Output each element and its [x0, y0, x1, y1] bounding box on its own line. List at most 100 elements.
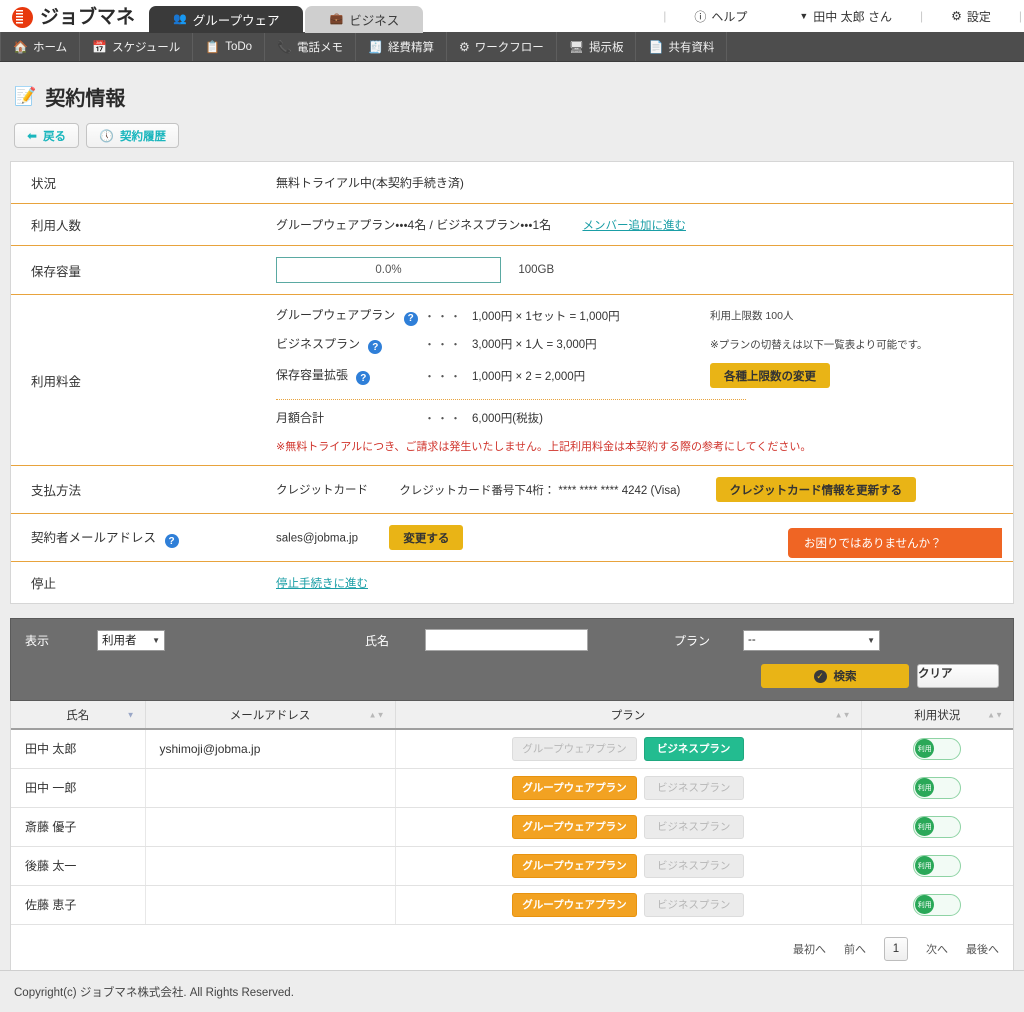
cell-name: 佐藤 恵子 [11, 885, 146, 925]
fee-groupware-value: 1,000円 × 1セット = 1,000円 [472, 310, 620, 323]
nav-item-shared-docs-label: 共有資料 [668, 41, 715, 54]
column-header-email[interactable]: メールアドレス ▲▼ [145, 701, 396, 730]
name-filter-label: 氏名 [365, 633, 390, 648]
pagination-controls: 最初へ 前へ 1 次へ 最後へ [11, 936, 999, 961]
plan-groupware-button[interactable]: グループウェアプラン [512, 814, 637, 839]
nav-item-home[interactable]: 🏠 ホーム [0, 32, 81, 61]
help-question-icon[interactable]: ? [164, 534, 179, 549]
fee-storage-label: 保存容量拡張 [276, 367, 349, 382]
plan-business-button[interactable]: ビジネスプラン [643, 892, 744, 917]
nav-item-workflow-label: ワークフロー [474, 41, 544, 54]
usage-toggle[interactable]: 利用 [913, 776, 962, 799]
plan-toggle-group: グループウェアプラン ビジネスプラン [512, 736, 744, 761]
plan-groupware-button[interactable]: グループウェアプラン [512, 736, 637, 761]
nav-item-shared-docs[interactable]: 📄 共有資料 [636, 32, 728, 61]
pagination-last[interactable]: 最後へ [966, 941, 999, 957]
cell-usage: 利用 [861, 846, 1013, 886]
tab-groupware-label: グループウェア [192, 14, 280, 28]
fee-value-cell: グループウェアプラン ? ・・・ 1,000円 × 1セット = 1,000円 … [276, 295, 1013, 466]
nav-item-schedule[interactable]: 📅 スケジュール [80, 32, 194, 61]
phone-icon: 📞 [277, 39, 293, 54]
storage-label: 保存容量 [31, 264, 82, 279]
search-filter-panel: 表示 利用者 ▼ 氏名 プラン -- ▼ ✓ 検索 クリア [10, 618, 1014, 701]
cell-name: 斎藤 優子 [11, 807, 146, 847]
payment-method-value: クレジットカード [276, 484, 368, 497]
tab-business[interactable]: 💼 ビジネス [305, 6, 424, 33]
row-stop: 停止 停止手続きに進む [11, 562, 1013, 604]
email-value-cell: sales@jobma.jp 変更する お困りではありませんか？ [276, 514, 1013, 562]
usage-toggle[interactable]: 利用 [913, 893, 962, 916]
settings-menu[interactable]: ⚙ 設定 [925, 8, 1017, 25]
help-menu[interactable]: ⓘ ヘルプ [668, 8, 773, 25]
contract-info-table: 状況 無料トライアル中(本契約手続き済) 利用人数 グループウェアプラン・・・4… [11, 162, 1013, 603]
top-bar: ジョブマネ 👥 グループウェア 💼 ビジネス | ⓘ ヘルプ ▼ 田中 太郎 さ… [0, 0, 1024, 33]
status-label: 状況 [31, 177, 57, 191]
back-button[interactable]: ⬅ 戻る [14, 123, 80, 148]
table-row: 田中 太郎 yshimoji@jobma.jp グループウェアプラン ビジネスプ… [11, 729, 1013, 769]
trial-warning-text: ※無料トライアルにつき、ご請求は発生いたしません。上記利用料金は本契約する際の参… [276, 441, 812, 453]
name-search-input[interactable] [425, 629, 589, 651]
brand-logo[interactable]: ジョブマネ [0, 7, 149, 32]
nav-item-expense[interactable]: 🧾 経費精算 [356, 32, 447, 61]
help-question-icon[interactable]: ? [356, 371, 371, 386]
table-row: 後藤 太一 グループウェアプラン ビジネスプラン 利用 [11, 846, 1013, 886]
top-right-menu: | ⓘ ヘルプ ▼ 田中 太郎 さん | ⚙ 設定 | [661, 0, 1024, 32]
help-support-badge[interactable]: お困りではありませんか？ [788, 528, 1002, 558]
stop-value-cell: 停止手続きに進む [276, 562, 1013, 604]
total-dots: ・・・ [424, 412, 463, 425]
sort-none-icon: ▲▼ [834, 710, 851, 719]
board-icon: 🖥 [568, 39, 584, 54]
plan-groupware-button[interactable]: グループウェアプラン [512, 853, 637, 878]
chevron-down-icon: ▼ [152, 635, 160, 645]
usage-toggle[interactable]: 利用 [913, 737, 962, 760]
workflow-icon: ⚙ [458, 39, 470, 54]
pagination-current-page[interactable]: 1 [884, 936, 908, 961]
plan-toggle-group: グループウェアプラン ビジネスプラン [512, 814, 744, 839]
display-type-select[interactable]: 利用者 ▼ [97, 629, 165, 651]
plan-groupware-button[interactable]: グループウェアプラン [512, 775, 637, 800]
row-email: 契約者メールアドレス ? sales@jobma.jp 変更する お困りではあり… [11, 514, 1013, 562]
plan-type-select[interactable]: -- ▼ [743, 629, 881, 651]
user-menu[interactable]: ▼ 田中 太郎 さん [773, 8, 918, 25]
usage-toggle[interactable]: 利用 [913, 815, 962, 838]
fee-business-label: ビジネスプラン [276, 336, 361, 351]
plan-business-button[interactable]: ビジネスプラン [643, 736, 744, 761]
table-row: 佐藤 恵子 グループウェアプラン ビジネスプラン 利用 [11, 885, 1013, 925]
plan-toggle-group: グループウェアプラン ビジネスプラン [512, 892, 744, 917]
column-header-plan[interactable]: プラン ▲▼ [395, 701, 862, 730]
nav-item-todo[interactable]: 📋 ToDo [193, 32, 266, 61]
change-email-button[interactable]: 変更する [389, 525, 464, 550]
contract-history-button-label: 契約履歴 [120, 130, 167, 143]
column-header-name[interactable]: 氏名 ▼ [11, 701, 146, 730]
contract-info-panel: 状況 無料トライアル中(本契約手続き済) 利用人数 グループウェアプラン・・・4… [10, 161, 1014, 604]
add-member-link[interactable]: メンバー追加に進む [582, 220, 686, 232]
help-question-icon[interactable]: ? [403, 311, 418, 326]
nav-item-phone-memo[interactable]: 📞 電話メモ [265, 32, 357, 61]
limit-change-button[interactable]: 各種上限数の変更 [710, 363, 830, 388]
tab-groupware[interactable]: 👥 グループウェア [149, 6, 304, 33]
cell-email [145, 768, 396, 808]
search-button[interactable]: ✓ 検索 [761, 664, 909, 688]
pagination-prev[interactable]: 前へ [844, 941, 866, 957]
plan-business-button[interactable]: ビジネスプラン [643, 775, 744, 800]
back-button-label: 戻る [43, 130, 67, 143]
footer: Copyright(c) ジョブマネ株式会社. All Rights Reser… [0, 970, 1024, 1012]
plan-business-button[interactable]: ビジネスプラン [643, 853, 744, 878]
nav-item-bulletin-board[interactable]: 🖥 掲示板 [557, 32, 637, 61]
plan-groupware-button[interactable]: グループウェアプラン [512, 892, 637, 917]
pagination-next[interactable]: 次へ [926, 941, 948, 957]
fee-storage-value: 1,000円 × 2 = 2,000円 [472, 370, 586, 383]
usage-toggle-knob: 利用 [915, 739, 935, 759]
column-header-usage[interactable]: 利用状況 ▲▼ [861, 701, 1013, 730]
clear-button[interactable]: クリア [917, 664, 999, 688]
copyright-text: Copyright(c) ジョブマネ株式会社. All Rights Reser… [14, 986, 294, 999]
plan-business-button[interactable]: ビジネスプラン [643, 814, 744, 839]
contract-history-button[interactable]: 🕔 契約履歴 [86, 123, 180, 148]
nav-item-workflow[interactable]: ⚙ ワークフロー [447, 32, 557, 61]
usage-toggle[interactable]: 利用 [913, 854, 962, 877]
display-type-value: 利用者 [102, 635, 137, 647]
pagination-first[interactable]: 最初へ [793, 941, 826, 957]
help-question-icon[interactable]: ? [368, 340, 383, 354]
stop-procedure-link[interactable]: 停止手続きに進む [276, 578, 368, 590]
update-credit-card-button[interactable]: クレジットカード情報を更新する [715, 477, 917, 502]
